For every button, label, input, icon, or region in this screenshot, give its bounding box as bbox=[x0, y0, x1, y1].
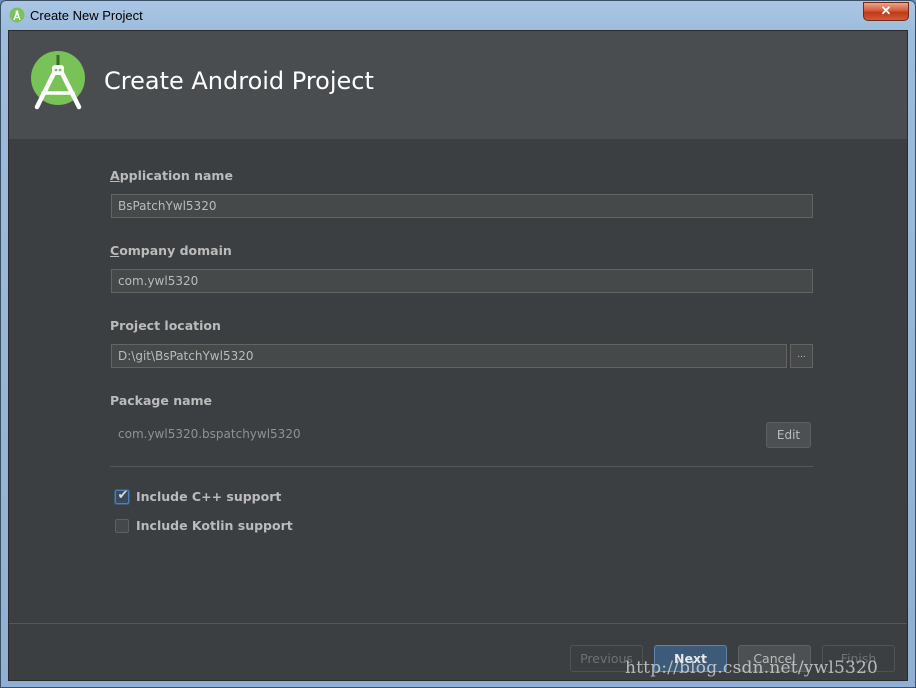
mnemonic-letter: A bbox=[110, 168, 120, 183]
page-title: Create Android Project bbox=[104, 67, 374, 95]
label-text: pplication name bbox=[119, 168, 233, 183]
application-name-input[interactable]: BsPatchYwl5320 bbox=[111, 194, 813, 218]
close-icon: ✕ bbox=[880, 3, 892, 18]
close-button[interactable]: ✕ bbox=[863, 2, 909, 21]
company-domain-label: Company domain bbox=[110, 243, 232, 258]
project-location-label: Project location bbox=[110, 318, 221, 333]
label-text: ompany domain bbox=[119, 243, 232, 258]
package-name-label: Package name bbox=[110, 393, 213, 408]
browse-button[interactable]: ... bbox=[790, 344, 813, 368]
dialog-header: Create Android Project bbox=[9, 31, 907, 139]
include-kotlin-label: Include Kotlin support bbox=[136, 518, 293, 533]
project-location-input[interactable]: D:\git\BsPatchYwl5320 bbox=[111, 344, 787, 368]
include-cpp-checkbox[interactable]: ✔ bbox=[115, 488, 129, 504]
footer-divider bbox=[9, 623, 907, 624]
include-cpp-label: Include C++ support bbox=[136, 489, 282, 504]
dialog-window: Create New Project ✕ Create Android Proj… bbox=[0, 0, 916, 688]
include-kotlin-checkbox[interactable] bbox=[115, 519, 129, 533]
watermark-text: http://blog.csdn.net/ywl5320 bbox=[625, 658, 879, 678]
divider bbox=[110, 466, 813, 467]
edit-package-button[interactable]: Edit bbox=[766, 422, 811, 448]
mnemonic-letter: C bbox=[110, 243, 120, 258]
package-name-value: com.ywl5320.bspatchywl5320 bbox=[118, 427, 301, 441]
application-name-label: Application name bbox=[110, 168, 233, 183]
checkmark-icon: ✔ bbox=[117, 488, 129, 503]
android-studio-logo bbox=[31, 51, 85, 110]
company-domain-input[interactable]: com.ywl5320 bbox=[111, 269, 813, 293]
dialog-content: Create Android Project Application name … bbox=[8, 30, 908, 681]
window-title: Create New Project bbox=[30, 8, 143, 23]
title-bar[interactable]: Create New Project ✕ bbox=[1, 1, 915, 30]
android-studio-icon bbox=[9, 7, 25, 23]
